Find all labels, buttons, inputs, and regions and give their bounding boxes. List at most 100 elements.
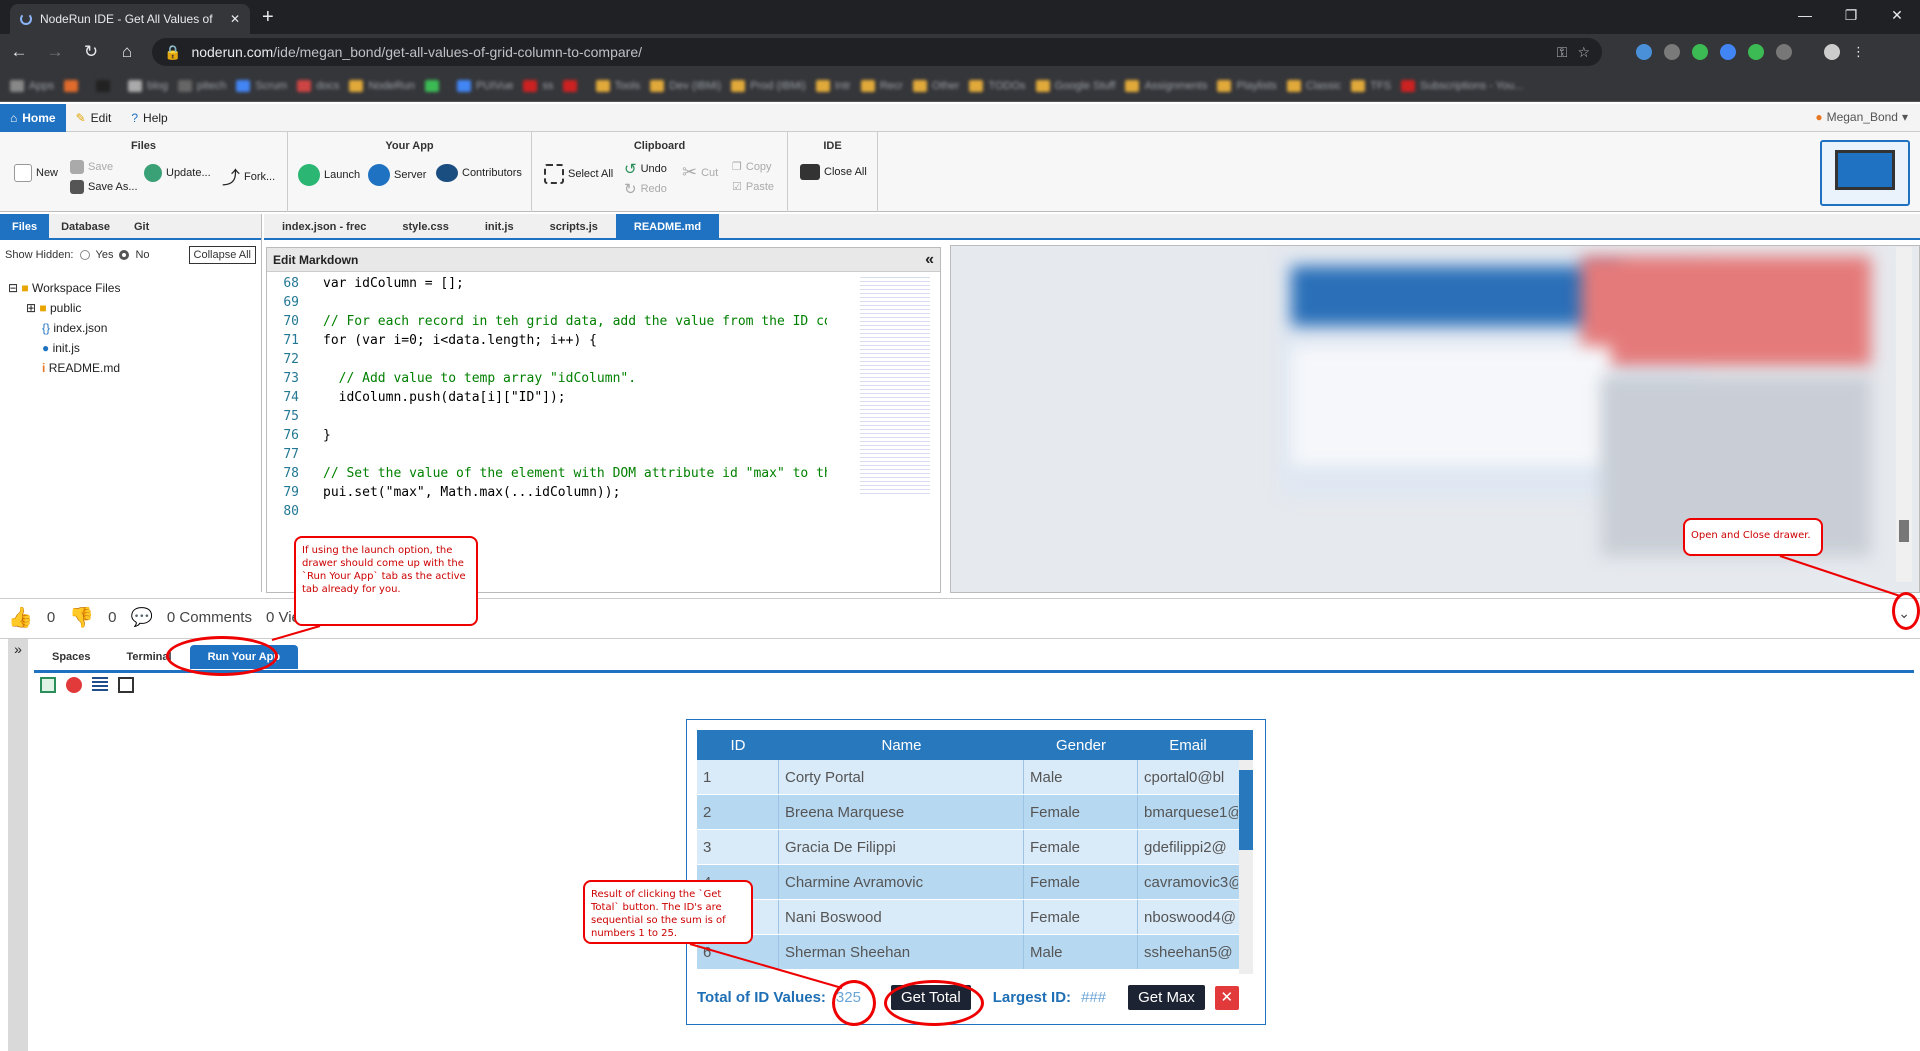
tab-files[interactable]: Files (0, 214, 50, 238)
close-app-button[interactable]: ✕ (1214, 985, 1239, 1010)
bookmark[interactable]: Subscriptions - You... (1401, 79, 1523, 92)
editor-tab[interactable]: scripts.js (532, 214, 616, 238)
cut-button[interactable]: ✂ Cut (682, 162, 718, 183)
editor-tab[interactable]: style.css (384, 214, 466, 238)
expand-icon[interactable]: ⊞ (26, 301, 36, 315)
bookmark[interactable]: Scrum (236, 79, 287, 92)
bookmark[interactable]: PUIVue (456, 79, 513, 92)
bookmark[interactable]: Recr (860, 79, 903, 92)
play-icon[interactable] (40, 677, 56, 693)
bookmark[interactable]: Classic (1286, 79, 1341, 92)
thumbs-up-icon[interactable]: 👍 (8, 605, 33, 630)
key-icon[interactable]: ⚿ (1557, 44, 1568, 61)
contributors-button[interactable]: Contributors (436, 164, 522, 182)
close-window-icon[interactable]: ✕ (1874, 0, 1920, 30)
bookmark[interactable] (96, 79, 118, 92)
expand-icon[interactable]: » (8, 641, 28, 657)
bookmark[interactable]: Other (912, 79, 959, 92)
extension-icon[interactable] (1748, 44, 1764, 60)
update-button[interactable]: Update... (144, 164, 211, 182)
bookmark[interactable]: ss (523, 79, 553, 92)
menu-help[interactable]: ? Help (121, 104, 177, 132)
select-all-button[interactable]: Select All (544, 164, 613, 184)
laptop-icon[interactable] (1820, 140, 1910, 206)
forward-icon[interactable]: → (44, 42, 66, 62)
radio-no[interactable] (119, 250, 130, 260)
table-row[interactable]: 5Nani BoswoodFemalenboswood4@ (697, 900, 1253, 935)
undo-button[interactable]: ↺ Undo (624, 160, 667, 178)
table-row[interactable]: 4Charmine AvramovicFemalecavramovic3@ (697, 865, 1253, 900)
bookmark[interactable] (64, 79, 86, 92)
drawer-sidebar[interactable]: » (8, 639, 28, 1051)
browser-tab[interactable]: NodeRun IDE - Get All Values of ✕ (10, 4, 250, 34)
bookmark[interactable]: Dev (IBMi) (650, 79, 721, 92)
url-bar[interactable]: 🔒 noderun.com/ide/megan_bond/get-all-val… (152, 38, 1602, 66)
bookmark[interactable]: NodeRun (349, 79, 415, 92)
stop-icon[interactable] (66, 677, 82, 693)
column-header[interactable]: Name (779, 730, 1024, 760)
list-icon[interactable] (92, 677, 108, 693)
column-header[interactable]: Gender (1024, 730, 1138, 760)
extension-icon[interactable] (1664, 44, 1680, 60)
column-header[interactable]: ID (697, 730, 779, 760)
tab-database[interactable]: Database (49, 214, 122, 238)
save-as-button[interactable]: Save As... (70, 180, 138, 194)
new-tab-button[interactable]: + (262, 6, 274, 29)
tab-spaces[interactable]: Spaces (34, 651, 109, 663)
launch-button[interactable]: Launch (298, 164, 360, 186)
extension-icon[interactable] (1776, 44, 1792, 60)
maximize-icon[interactable]: ❐ (1828, 0, 1874, 30)
paste-button[interactable]: ☑ Paste (732, 180, 774, 194)
bookmark[interactable]: Apps (10, 79, 54, 92)
collapse-all-button[interactable]: Collapse All (188, 246, 256, 264)
new-button[interactable]: New (14, 164, 58, 182)
bookmark[interactable]: Tools (595, 79, 640, 92)
extension-icon[interactable] (1636, 44, 1652, 60)
close-icon[interactable]: ✕ (230, 12, 240, 26)
tree-item-readme[interactable]: i README.md (8, 358, 253, 378)
bookmark[interactable]: TODOs (969, 79, 1026, 92)
minimap[interactable] (860, 274, 930, 494)
bookmark[interactable]: Google Stuff (1035, 79, 1115, 92)
copy-button[interactable]: ❐ Copy (732, 160, 772, 174)
bookmark[interactable]: Prod (IBMi) (731, 79, 806, 92)
fork-button[interactable]: ⤴ Fork... (222, 164, 275, 190)
bookmark[interactable]: Intr (815, 79, 851, 92)
star-icon[interactable]: ☆ (1577, 44, 1590, 61)
table-row[interactable]: 3 Gracia De Filippi Female gdefilippi2@ (697, 830, 1253, 865)
external-link-icon[interactable] (118, 677, 134, 693)
redo-button[interactable]: ↻ Redo (624, 180, 667, 198)
extension-icon[interactable] (1720, 44, 1736, 60)
bookmark[interactable] (424, 79, 447, 92)
bookmark[interactable]: blog (128, 79, 168, 92)
get-max-button[interactable]: Get Max (1128, 985, 1205, 1010)
editor-tab[interactable]: index.json - frec (264, 214, 384, 238)
tree-item-public[interactable]: ⊞ ■ public (8, 298, 253, 318)
extension-icon[interactable] (1692, 44, 1708, 60)
thumbs-down-icon[interactable]: 👎 (69, 605, 94, 630)
table-row[interactable]: 6 Sherman Sheehan Male ssheehan5@ (697, 935, 1253, 970)
home-icon[interactable]: ⌂ (116, 42, 138, 62)
bookmark[interactable]: Assignments (1125, 79, 1207, 92)
bookmark[interactable]: Playlists (1217, 79, 1277, 92)
tree-root[interactable]: ⊟ ■ Workspace Files (8, 278, 253, 298)
tab-git[interactable]: Git (122, 214, 161, 238)
radio-yes[interactable] (79, 250, 90, 260)
back-icon[interactable]: ← (8, 42, 30, 62)
avatar[interactable] (1824, 44, 1840, 60)
collapse-icon[interactable]: ⊟ (8, 281, 18, 295)
grid-scrollbar[interactable] (1239, 760, 1253, 974)
tree-item-index-json[interactable]: {} index.json (8, 318, 253, 338)
menu-home[interactable]: ⌂ Home (0, 103, 66, 132)
comments-count[interactable]: 0 Comments (167, 609, 252, 626)
bookmark[interactable]: pitech (178, 79, 226, 92)
bookmark[interactable] (563, 79, 585, 92)
preview-scrollbar[interactable] (1896, 247, 1912, 582)
close-all-button[interactable]: Close All (800, 164, 867, 180)
user-menu[interactable]: ● Megan_Bond ▾ (1815, 110, 1908, 124)
minimize-icon[interactable]: — (1782, 0, 1828, 30)
save-button[interactable]: Save (70, 160, 113, 174)
bookmark[interactable]: TFS (1351, 79, 1391, 92)
column-header[interactable]: Email (1138, 730, 1238, 760)
tree-item-init-js[interactable]: ● init.js (8, 338, 253, 358)
